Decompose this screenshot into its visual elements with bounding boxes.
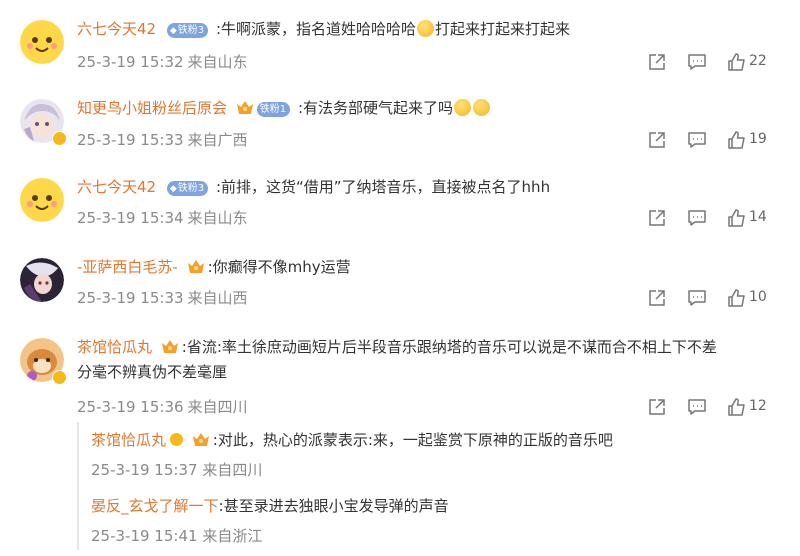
laugh-cry-emoji-icon [417,20,435,37]
comment-location: 来自广西 [187,131,248,149]
share-icon[interactable] [647,288,667,308]
reply-meta: 25-3-19 15:41 来自浙江 [91,525,262,546]
crown-icon [187,258,205,274]
comment-body: 茶馆恰瓜丸 :省流:率土徐庶动画短片后半段音乐跟纳塔的音乐可以说是不谋而合不相上… [77,335,770,385]
comment-text-tail: 打起来打起来打起来 [435,20,571,38]
reply-text: :甚至录进去独眼小宝发导弹的声音 [218,497,449,515]
comment-actions: 14 [647,208,780,230]
diamond-icon: ◆ [169,26,177,36]
username-link[interactable]: -亚萨西白毛苏- [77,258,178,276]
comment-location: 来自山东 [187,53,248,71]
avatar[interactable] [20,178,64,222]
avatar[interactable] [20,20,64,64]
like-icon[interactable] [727,208,747,228]
comment-icon[interactable] [687,52,707,72]
like-icon[interactable] [727,52,747,72]
like-count: 12 [749,398,767,414]
verified-badge-icon [52,370,67,385]
comment-text: :前排，这货“借用”了纳塔音乐，直接被点名了hhh [215,178,551,196]
comment-meta: 25-3-19 15:33 来自广西 [77,130,248,150]
comment-actions: 19 [647,130,780,152]
like-icon[interactable] [727,288,747,308]
comment-actions: 12 [647,397,780,419]
fan-badge: 铁粉1 [256,102,291,117]
reply-date: 25-3-19 15:41 [91,527,198,545]
doge-emoji-icon [473,99,491,116]
like-count: 19 [749,131,767,147]
like-count: 22 [749,53,767,69]
comment-list: 六七今天42 ◆铁粉3 :牛啊派蒙，指名道姓哈哈哈哈 打起来打起来打起来 25-3… [0,0,800,556]
comment-icon[interactable] [687,397,707,417]
fan-badge: ◆铁粉3 [166,23,209,38]
fan-badge: ◆铁粉3 [166,181,209,196]
verified-badge-icon [170,433,184,446]
comment-body: -亚萨西白毛苏- :你癫得不像mhy运营 [77,255,770,280]
avatar[interactable] [20,258,64,302]
like-count: 14 [749,209,767,225]
comment-date: 25-3-19 15:34 [77,209,184,227]
reply-item: 茶馆恰瓜丸 :对此，热心的派蒙表示:来，一起鉴赏下原神的正版的音乐吧 [91,429,613,451]
crown-icon [236,99,254,115]
comment-date: 25-3-19 15:33 [77,131,184,149]
comment-icon[interactable] [687,288,707,308]
comment-text: :你癫得不像mhy运营 [207,258,351,276]
diamond-icon: ◆ [169,184,177,194]
reply-username-link[interactable]: 茶馆恰瓜丸 [91,431,166,449]
comment-date: 25-3-19 15:32 [77,53,184,71]
share-icon[interactable] [647,397,667,417]
like-icon[interactable] [727,130,747,150]
like-count: 10 [749,289,767,305]
verified-badge-icon [52,131,67,146]
username-link[interactable]: 六七今天42 [77,178,156,196]
comment-text: :牛啊派蒙，指名道姓哈哈哈哈 [215,20,417,38]
comment-location: 来自山西 [187,289,248,307]
comment-icon[interactable] [687,208,707,228]
reply-date: 25-3-19 15:37 [91,461,198,479]
comment-actions: 22 [647,52,780,74]
like-icon[interactable] [727,397,747,417]
comment-date: 25-3-19 15:36 [77,398,184,416]
share-icon[interactable] [647,208,667,228]
username-link[interactable]: 六七今天42 [77,20,156,38]
crown-icon [161,338,179,354]
comment-meta: 25-3-19 15:32 来自山东 [77,52,248,72]
comment-location: 来自山东 [187,209,248,227]
comment-body: 六七今天42 ◆铁粉3 :前排，这货“借用”了纳塔音乐，直接被点名了hhh [77,175,770,200]
reply-location: 来自浙江 [202,527,263,545]
reply-item: 晏反_玄戈了解一下:甚至录进去独眼小宝发导弹的声音 [91,495,449,517]
comment-body: 知更鸟小姐粉丝后原会 铁粉1 :有法务部硬气起来了吗 [77,96,770,121]
reply-thread: 茶馆恰瓜丸 :对此，热心的派蒙表示:来，一起鉴赏下原神的正版的音乐吧 25-3-… [77,422,782,550]
comment-icon[interactable] [687,130,707,150]
comment-text: :省流:率土徐庶动画短片后半段音乐跟纳塔的音乐可以说是不谋而合不相上下不差 [181,338,717,356]
username-link[interactable]: 茶馆恰瓜丸 [77,338,152,356]
comment-text: :有法务部硬气起来了吗 [297,99,454,117]
comment-location: 来自四川 [187,398,248,416]
comment-meta: 25-3-19 15:33 来自山西 [77,288,248,308]
reply-text: :对此，热心的派蒙表示:来，一起鉴赏下原神的正版的音乐吧 [212,431,613,449]
reply-username-link[interactable]: 晏反_玄戈了解一下 [91,497,219,515]
crown-icon [192,431,210,447]
comment-meta: 25-3-19 15:34 来自山东 [77,208,248,228]
share-icon[interactable] [647,52,667,72]
share-icon[interactable] [647,130,667,150]
comment-body: 六七今天42 ◆铁粉3 :牛啊派蒙，指名道姓哈哈哈哈 打起来打起来打起来 [77,17,770,42]
comment-text-line2: 分毫不辨真伪不差毫厘 [77,363,228,381]
username-link[interactable]: 知更鸟小姐粉丝后原会 [77,99,227,117]
reply-meta: 25-3-19 15:37 来自四川 [91,459,262,480]
doge-emoji-icon [454,99,472,116]
comment-meta: 25-3-19 15:36 来自四川 [77,397,248,417]
reply-location: 来自四川 [202,461,263,479]
comment-date: 25-3-19 15:33 [77,289,184,307]
comment-actions: 10 [647,288,780,310]
